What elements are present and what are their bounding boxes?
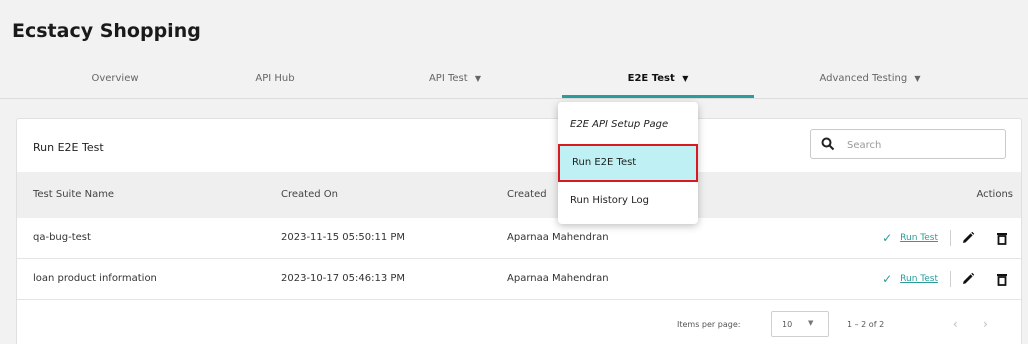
- row-actions: ✓ Run Test: [882, 259, 1009, 299]
- menu-item-run-e2e-test[interactable]: Run E2E Test: [558, 144, 698, 182]
- table-header: Test Suite Name Created On Created Actio…: [17, 172, 1021, 218]
- cell-test-suite-name: loan product information: [33, 273, 157, 284]
- tab-label: E2E Test: [627, 73, 675, 84]
- menu-item-run-history-log[interactable]: Run History Log: [558, 182, 698, 220]
- tab-label: Overview: [91, 73, 139, 84]
- prev-page-icon[interactable]: ‹: [953, 317, 958, 331]
- tab-label: Advanced Testing: [819, 73, 908, 84]
- card-title: Run E2E Test: [33, 141, 104, 154]
- header-test-suite-name[interactable]: Test Suite Name: [33, 172, 114, 218]
- caret-down-icon: ▼: [682, 74, 689, 83]
- tab-api-hub[interactable]: API Hub: [200, 60, 350, 98]
- header-created-on[interactable]: Created On: [281, 172, 338, 218]
- cell-test-suite-name: qa-bug-test: [33, 232, 91, 243]
- pagination: Items per page: 10 ▼ 1 – 2 of 2 ‹ ›: [17, 309, 1021, 339]
- header-actions: Actions: [976, 189, 1013, 200]
- check-icon: ✓: [882, 272, 893, 286]
- items-per-page-label: Items per page:: [677, 320, 741, 329]
- divider: [950, 271, 951, 287]
- table-row: loan product information 2023-10-17 05:4…: [17, 259, 1021, 300]
- header-created-by[interactable]: Created: [507, 172, 547, 218]
- tab-e2e-test[interactable]: E2E Test ▼: [562, 60, 754, 98]
- search-icon: [821, 137, 835, 151]
- search-input[interactable]: [845, 135, 999, 155]
- tab-overview[interactable]: Overview: [40, 60, 190, 98]
- nav-tabs: Overview API Hub API Test ▼ E2E Test ▼ A…: [0, 60, 1028, 100]
- check-icon: ✓: [882, 231, 893, 245]
- delete-trash-icon[interactable]: [995, 272, 1009, 286]
- e2e-test-dropdown-menu: E2E API Setup Page Run E2E Test Run Hist…: [558, 102, 698, 224]
- table-row: qa-bug-test 2023-11-15 05:50:11 PM Aparn…: [17, 218, 1021, 259]
- run-test-link[interactable]: Run Test: [900, 274, 938, 284]
- run-test-link[interactable]: Run Test: [900, 233, 938, 243]
- page-size-value: 10: [782, 320, 793, 329]
- page-size-select[interactable]: 10 ▼: [771, 311, 829, 337]
- delete-trash-icon[interactable]: [995, 231, 1009, 245]
- page-range: 1 – 2 of 2: [847, 320, 885, 329]
- caret-down-icon: ▼: [474, 74, 482, 83]
- cell-created-on: 2023-11-15 05:50:11 PM: [281, 232, 406, 243]
- tab-advanced-testing[interactable]: Advanced Testing ▼: [790, 60, 950, 98]
- tab-label: API Hub: [255, 73, 295, 84]
- menu-item-e2e-api-setup-page[interactable]: E2E API Setup Page: [558, 106, 698, 144]
- row-actions: ✓ Run Test: [882, 218, 1009, 258]
- cell-created-by: Aparnaa Mahendran: [507, 232, 609, 243]
- edit-pencil-icon[interactable]: [961, 231, 975, 245]
- search-box[interactable]: [810, 129, 1006, 159]
- chevron-down-icon: ▼: [808, 319, 814, 327]
- caret-down-icon: ▼: [914, 74, 921, 83]
- run-e2e-test-card: Run E2E Test Test Suite Name Created On …: [16, 118, 1022, 344]
- app-title: Ecstacy Shopping: [12, 20, 201, 42]
- cell-created-by: Aparnaa Mahendran: [507, 273, 609, 284]
- edit-pencil-icon[interactable]: [961, 272, 975, 286]
- tabs-divider: [0, 98, 1028, 99]
- tab-label: API Test: [428, 73, 468, 84]
- next-page-icon[interactable]: ›: [983, 317, 988, 331]
- tab-api-test[interactable]: API Test ▼: [380, 60, 530, 98]
- cell-created-on: 2023-10-17 05:46:13 PM: [281, 273, 406, 284]
- divider: [950, 230, 951, 246]
